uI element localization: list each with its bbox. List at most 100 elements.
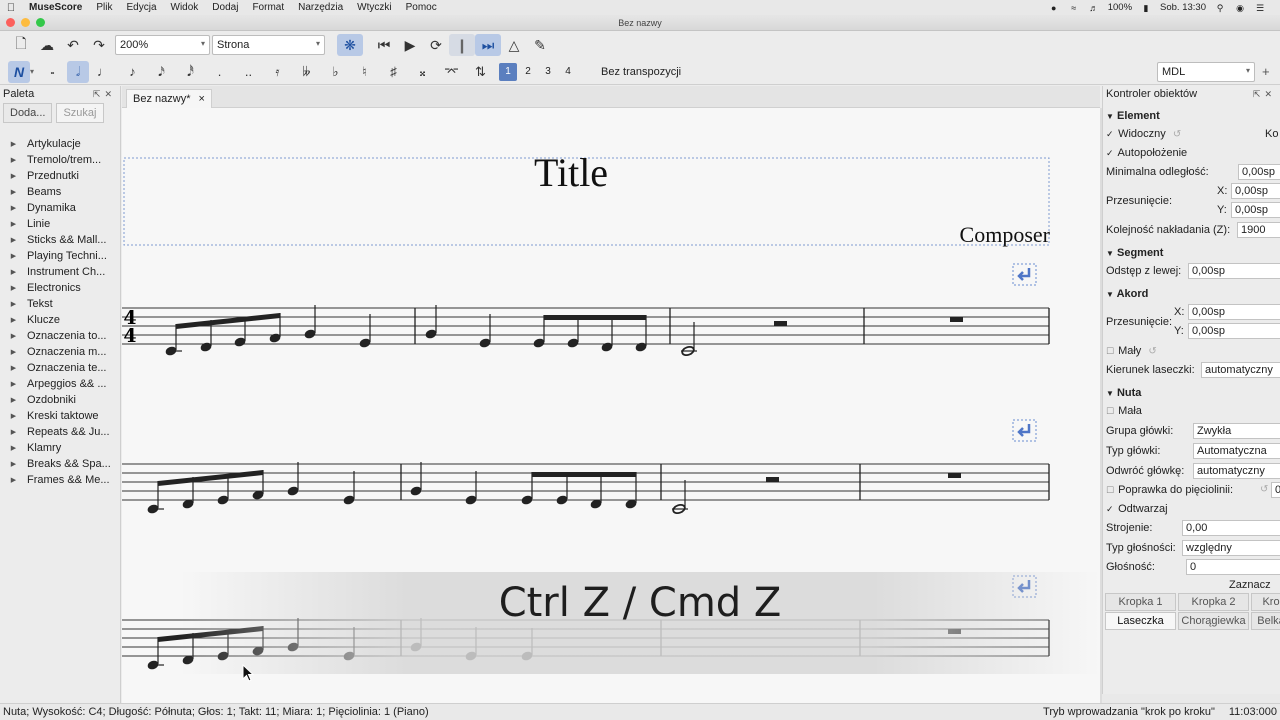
select-hook-button[interactable]: Chorągiewka xyxy=(1178,612,1249,630)
select-beam-button[interactable]: Belka xyxy=(1251,612,1280,630)
autoplace-checkbox[interactable]: ✓ Autopołożenie xyxy=(1106,147,1187,159)
menu-help[interactable]: Pomoc xyxy=(399,2,444,13)
duration-16th-icon[interactable]: 𝅘𝅥𝅯 xyxy=(147,61,176,83)
chord-offset-x-field[interactable]: 0,00sp xyxy=(1188,304,1280,320)
menu-file[interactable]: Plik xyxy=(89,2,119,13)
palette-search-input[interactable]: Szukaj xyxy=(56,103,104,123)
chord-small-checkbox[interactable]: ☐ Mały ↺ xyxy=(1106,345,1157,357)
voice-2-button[interactable]: 2 xyxy=(519,63,537,81)
staff-system-2[interactable] xyxy=(122,462,1050,515)
voice-3-button[interactable]: 3 xyxy=(539,63,557,81)
tie-icon[interactable]: ⌤ xyxy=(437,61,466,83)
palette-item[interactable]: ▶ Arpeggios && ... xyxy=(0,376,120,392)
palette-item[interactable]: ▶ Tremolo/trem... xyxy=(0,152,120,168)
palette-item[interactable]: ▶ Sticks && Mall... xyxy=(0,232,120,248)
palette-item[interactable]: ▶ Frames && Me... xyxy=(0,472,120,488)
notifications-icon[interactable]: ☰ xyxy=(1254,3,1266,13)
double-sharp-icon[interactable]: 𝄪 xyxy=(408,61,437,83)
wifi-icon[interactable]: ≈ xyxy=(1068,3,1080,13)
leading-space-field[interactable]: 0,00sp xyxy=(1188,263,1280,279)
velocity-type-select[interactable]: względny xyxy=(1182,540,1280,556)
inspector-scrollbar[interactable] xyxy=(1102,694,1280,703)
volume-icon[interactable]: ♬ xyxy=(1088,3,1100,13)
metronome-icon[interactable]: △ xyxy=(501,34,527,56)
line-break-icon[interactable] xyxy=(1012,263,1037,286)
visible-checkbox[interactable]: ✓ Widoczny ↺ xyxy=(1106,128,1181,140)
panel-float-close-icon[interactable]: ⇱✕ xyxy=(1253,89,1280,100)
close-icon[interactable]: × xyxy=(198,93,204,105)
user-icon[interactable]: ◉ xyxy=(1234,3,1246,13)
palette-item[interactable]: ▶ Klamry xyxy=(0,440,120,456)
rest-icon[interactable]: 𝄿 xyxy=(263,61,292,83)
rewind-icon[interactable]: ⏮ xyxy=(371,34,397,56)
select-dot1-button[interactable]: Kropka 1 xyxy=(1105,593,1176,611)
select-stem-button[interactable]: Laseczka xyxy=(1105,612,1176,630)
score-title[interactable]: Title xyxy=(534,150,608,195)
palette-add-button[interactable]: Doda... xyxy=(3,103,53,123)
flat-icon[interactable]: ♭ xyxy=(321,61,350,83)
play-icon[interactable]: ▶ xyxy=(397,34,423,56)
palette-item[interactable]: ▶ Beams xyxy=(0,184,120,200)
menu-add[interactable]: Dodaj xyxy=(205,2,245,13)
score-tab[interactable]: Bez nazwy* × xyxy=(126,89,212,108)
palette-item[interactable]: ▶ Dynamika xyxy=(0,200,120,216)
clock[interactable]: Sob. 13:30 xyxy=(1160,2,1206,13)
score-composer[interactable]: Composer xyxy=(960,222,1051,247)
flip-direction-icon[interactable]: ⇅ xyxy=(466,61,495,83)
zoom-combo[interactable]: 200% ▾ xyxy=(115,35,210,55)
record-icon[interactable]: ● xyxy=(1048,3,1060,13)
select-dot2-button[interactable]: Kropka 2 xyxy=(1178,593,1249,611)
select-dot3-button[interactable]: Kro xyxy=(1251,593,1280,611)
midi-input-icon[interactable]: ❋ xyxy=(337,34,363,56)
palette-item[interactable]: ▶ Tekst xyxy=(0,296,120,312)
tuning-field[interactable]: 0,00 xyxy=(1182,520,1280,536)
element-offset-y-field[interactable]: 0,00sp xyxy=(1231,202,1280,218)
loop-in-icon[interactable]: ❙ xyxy=(449,34,475,56)
reset-icon[interactable]: ↺ xyxy=(1260,484,1268,495)
palette-item[interactable]: ▶ Instrument Ch... xyxy=(0,264,120,280)
natural-icon[interactable]: ♮ xyxy=(350,61,379,83)
menu-edit[interactable]: Edycja xyxy=(119,2,163,13)
palette-item[interactable]: ▶ Artykulacje xyxy=(0,136,120,152)
augmentation-dot-icon[interactable]: . xyxy=(205,61,234,83)
sharp-icon[interactable]: ♯ xyxy=(379,61,408,83)
section-element[interactable]: ▼ Element xyxy=(1106,110,1160,122)
palette-item[interactable]: ▶ Kreski taktowe xyxy=(0,408,120,424)
menu-format[interactable]: Format xyxy=(245,2,291,13)
duration-64th-icon[interactable]: 𝅝 xyxy=(38,61,67,83)
palette-item[interactable]: ▶ Oznaczenia te... xyxy=(0,360,120,376)
double-dot-icon[interactable]: .. xyxy=(234,61,263,83)
palette-item[interactable]: ▶ Linie xyxy=(0,216,120,232)
palette-item[interactable]: ▶ Klucze xyxy=(0,312,120,328)
note-input-mode-icon[interactable]: N xyxy=(8,60,30,83)
element-offset-x-field[interactable]: 0,00sp xyxy=(1231,183,1280,199)
menu-tools[interactable]: Narzędzia xyxy=(291,2,350,13)
velocity-field[interactable]: 0 xyxy=(1186,559,1280,575)
chord-offset-y-field[interactable]: 0,00sp xyxy=(1188,323,1280,339)
new-score-icon[interactable]: 🗋 xyxy=(8,34,34,56)
view-mode-combo[interactable]: Strona ▾ xyxy=(212,35,325,55)
menu-app[interactable]: MuseScore xyxy=(22,2,89,13)
apple-icon[interactable]:  xyxy=(0,2,22,14)
count-in-icon[interactable]: ✎ xyxy=(527,34,553,56)
section-segment[interactable]: ▼ Segment xyxy=(1106,247,1163,259)
z-order-field[interactable]: 1900 xyxy=(1237,222,1280,238)
voice-4-button[interactable]: 4 xyxy=(559,63,577,81)
palette-item[interactable]: ▶ Przednutki xyxy=(0,168,120,184)
double-flat-icon[interactable]: 𝄫 xyxy=(292,61,321,83)
voice-1-button[interactable]: 1 xyxy=(499,62,517,81)
section-note[interactable]: ▼ Nuta xyxy=(1106,387,1141,399)
fix-to-line-checkbox[interactable]: ☐ Poprawka do pięciolinii: xyxy=(1106,484,1233,496)
head-group-select[interactable]: Zwykła xyxy=(1193,423,1280,439)
palette-item[interactable]: ▶ Ozdobniki xyxy=(0,392,120,408)
play-checkbox[interactable]: ✓ Odtwarzaj xyxy=(1106,503,1168,515)
palette-item[interactable]: ▶ Playing Techni... xyxy=(0,248,120,264)
redo-icon[interactable]: ↷ xyxy=(86,34,112,56)
min-distance-field[interactable]: 0,00sp xyxy=(1238,164,1280,180)
menu-plugins[interactable]: Wtyczki xyxy=(350,2,398,13)
note-small-checkbox[interactable]: ☐ Mała xyxy=(1106,405,1142,417)
palette-item[interactable]: ▶ Oznaczenia to... xyxy=(0,328,120,344)
duration-32nd-icon[interactable]: 𝅘𝅥𝅰 xyxy=(176,61,205,83)
palette-item[interactable]: ▶ Oznaczenia m... xyxy=(0,344,120,360)
plus-icon[interactable]: + xyxy=(1262,64,1270,79)
